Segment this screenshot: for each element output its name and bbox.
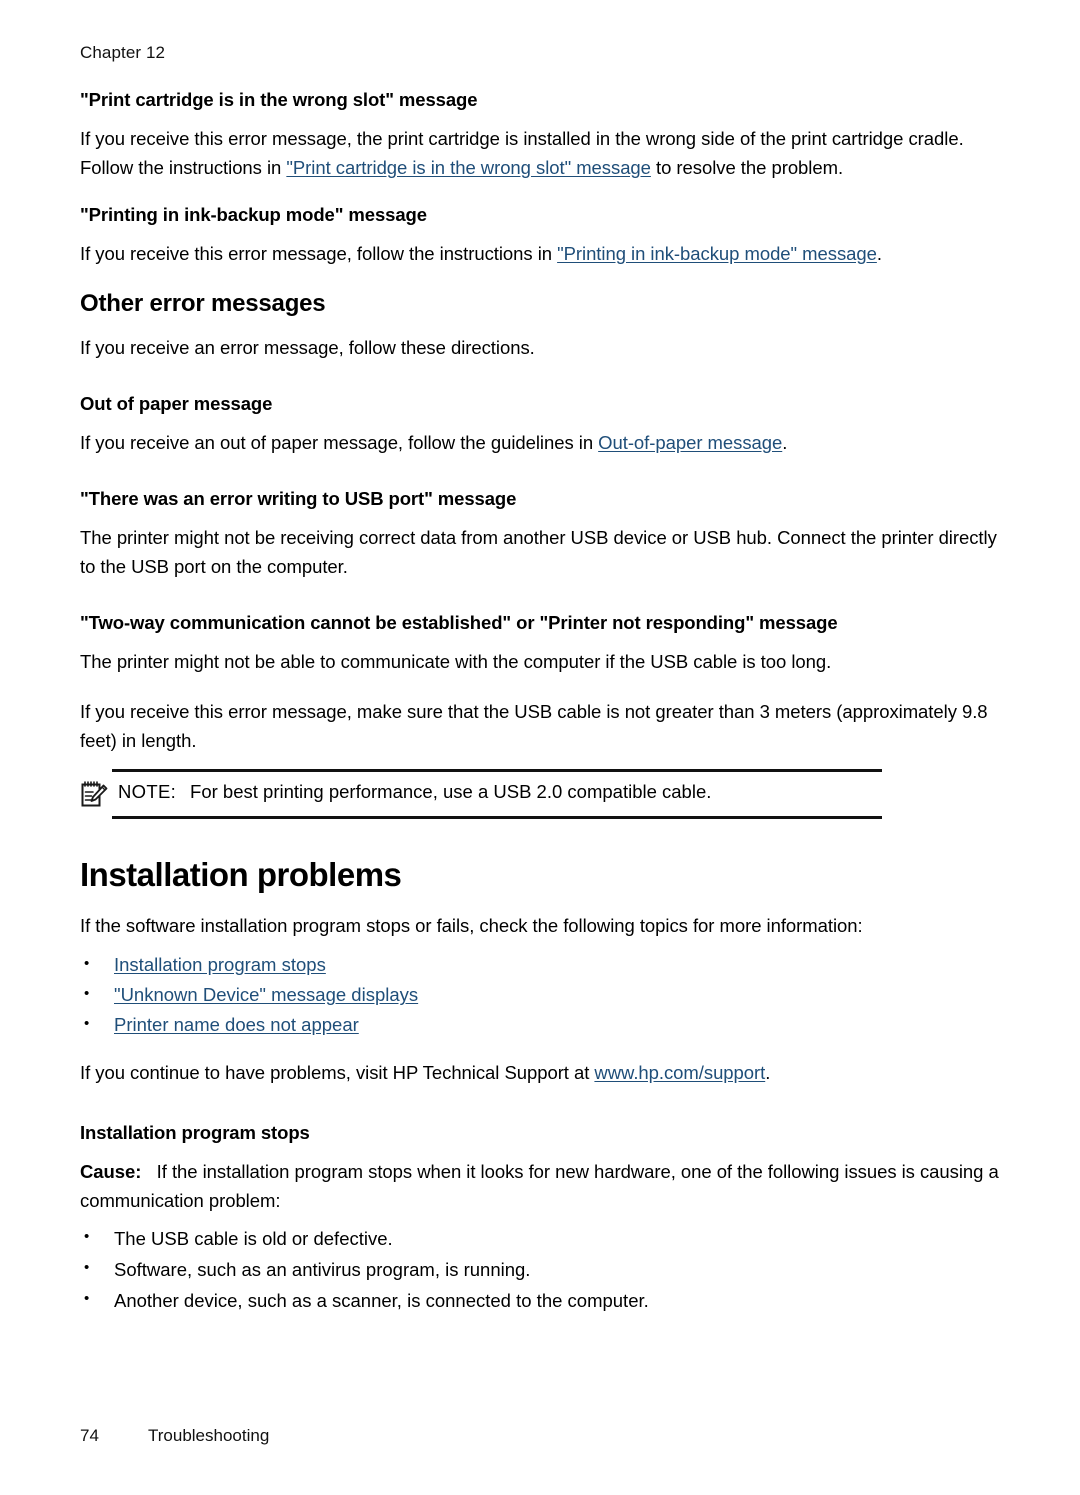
paragraph-out-of-paper-message: If you receive an out of paper message, … [80,428,1000,457]
text-before-link: If you continue to have problems, visit … [80,1062,595,1083]
link-installation-program-stops[interactable]: Installation program stops [114,954,326,975]
text-after-link: to resolve the problem. [650,157,844,178]
installation-topics-list: Installation program stops "Unknown Devi… [80,949,1000,1040]
paragraph-two-way-communication-1: The printer might not be able to communi… [80,651,832,672]
document-page: Chapter 12 "Print cartridge is in the wr… [0,0,1080,1495]
heading-print-cartridge-wrong-slot: "Print cartridge is in the wrong slot" m… [80,89,478,110]
heading-other-error-messages: Other error messages [80,290,326,317]
note-bottom-rule [112,816,882,819]
paragraph-cause: Cause: If the installation program stops… [80,1157,1000,1215]
list-item: "Unknown Device" message displays [80,979,1000,1010]
heading-out-of-paper-message: Out of paper message [80,393,273,414]
list-item: Software, such as an antivirus program, … [80,1253,1000,1285]
heading-two-way-communication: "Two-way communication cannot be establi… [80,612,838,633]
paragraph-installation-problems-intro: If the software installation program sto… [80,915,863,936]
list-item: The USB cable is old or defective. [80,1222,1000,1254]
link-print-cartridge-wrong-slot-message[interactable]: "Print cartridge is in the wrong slot" m… [286,157,651,178]
text-before-link: If you receive this error message, follo… [80,243,558,264]
heading-installation-program-stops: Installation program stops [80,1122,310,1143]
cause-spacer [141,1161,156,1182]
paragraph-printing-ink-backup-mode: If you receive this error message, follo… [80,239,1000,268]
text-after-link: . [782,432,788,453]
paragraph-usb-port-write-error: The printer might not be receiving corre… [80,527,997,577]
link-printing-ink-backup-mode-message[interactable]: "Printing in ink-backup mode" message [557,243,877,264]
text-before-link: If you receive an out of paper message, … [80,432,599,453]
cause-label: Cause: [80,1161,142,1182]
paragraph-two-way-communication-2: If you receive this error message, make … [80,701,988,751]
heading-printing-ink-backup-mode: "Printing in ink-backup mode" message [80,204,427,225]
list-item: Installation program stops [80,949,1000,980]
text-after-link: . [765,1062,771,1083]
chapter-header: Chapter 12 [80,43,166,62]
footer-page-number: 74 [80,1426,99,1445]
cause-bullet-list: The USB cable is old or defective. Softw… [80,1222,1000,1316]
link-hp-support-url[interactable]: www.hp.com/support [594,1062,765,1083]
list-item: Printer name does not appear [80,1009,1000,1040]
note-pad-pencil-icon [80,780,110,808]
link-printer-name-does-not-appear[interactable]: Printer name does not appear [114,1014,359,1035]
paragraph-hp-technical-support: If you continue to have problems, visit … [80,1058,1000,1087]
page-footer: 74 Troubleshooting [80,1425,269,1447]
note-label: NOTE: [118,781,177,802]
note-text: For best printing performance, use a USB… [190,781,712,802]
page-content: "Print cartridge is in the wrong slot" m… [80,88,1000,1316]
text-after-link: . [876,243,882,264]
paragraph-other-error-messages-intro: If you receive an error message, follow … [80,337,535,358]
heading-installation-problems: Installation problems [80,856,402,893]
cause-text: If the installation program stops when i… [80,1161,999,1211]
heading-usb-port-write-error: "There was an error writing to USB port"… [80,488,517,509]
list-item: Another device, such as a scanner, is co… [80,1284,1000,1316]
link-unknown-device-message-displays[interactable]: "Unknown Device" message displays [114,984,418,1005]
link-out-of-paper-message[interactable]: Out-of-paper message [598,432,782,453]
footer-section-name: Troubleshooting [148,1426,270,1445]
note-box: NOTE: For best printing performance, use… [80,769,1000,819]
paragraph-print-cartridge-wrong-slot: If you receive this error message, the p… [80,124,1000,182]
